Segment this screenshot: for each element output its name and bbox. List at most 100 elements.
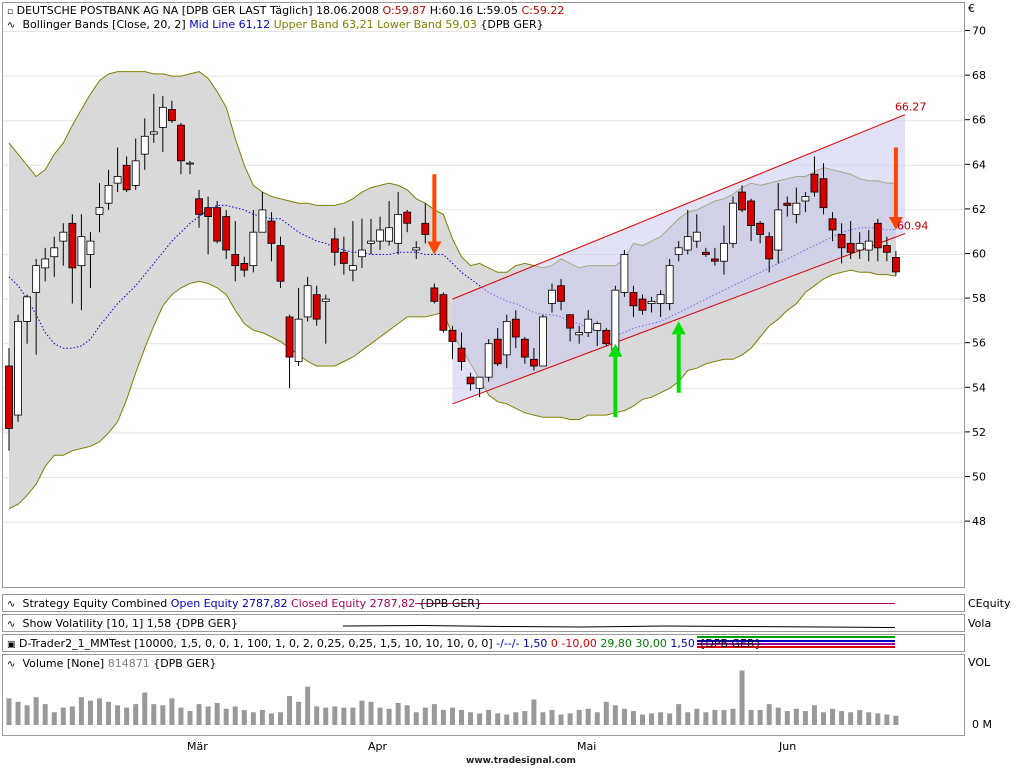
- strategy-symbol: {DPB GER}: [698, 637, 762, 650]
- channel-bottom-label: 60.94: [897, 220, 929, 233]
- volume-bar-26: [241, 709, 247, 725]
- candle-body-47: [430, 287, 439, 302]
- candle-body-38: [348, 265, 357, 271]
- strategy-pane[interactable]: ▣ D-Trader2_1_MMTest [10000, 1,5, 0, 0, …: [2, 634, 965, 652]
- y-tick-label-52: 52: [972, 426, 986, 439]
- volume-bar-64: [585, 708, 591, 725]
- volatility-pane[interactable]: ∿ Show Volatility [10, 1] 1,58 {DPB GER}: [2, 614, 965, 632]
- ohlc-close: C:59.22: [521, 4, 565, 17]
- bollinger-label: Bollinger Bands [Close, 20, 2]: [22, 18, 186, 31]
- candle-body-92: [837, 234, 846, 249]
- y-tick-label-50: 50: [972, 471, 986, 484]
- volume-bar-58: [531, 699, 537, 725]
- candle-body-33: [303, 285, 312, 318]
- candle-body-9: [86, 240, 95, 255]
- ohlc-high: H:60.16: [429, 4, 474, 17]
- volume-bar-73: [667, 713, 673, 725]
- volume-bar-52: [477, 713, 483, 725]
- strategy-value-1: -/--/- 1,50: [496, 637, 548, 650]
- volume-bar-78: [712, 709, 718, 725]
- candle-body-60: [548, 289, 556, 304]
- volume-bar-16: [151, 704, 157, 725]
- candle-body-80: [729, 202, 737, 244]
- equity-pane[interactable]: ∿ Strategy Equity Combined Open Equity 2…: [2, 594, 965, 612]
- candle-body-77: [701, 251, 710, 255]
- y-tick-label-56: 56: [972, 337, 986, 350]
- candle-body-68: [620, 254, 629, 293]
- volume-bar-2: [24, 705, 30, 725]
- volume-bar-71: [649, 713, 655, 725]
- volume-bar-83: [757, 709, 763, 725]
- candle-body-96: [873, 222, 882, 249]
- candle-body-16: [149, 131, 158, 135]
- volume-bar-8: [78, 697, 84, 725]
- volume-bar-91: [830, 708, 836, 725]
- candle-body-5: [50, 247, 59, 258]
- volume-bar-97: [884, 714, 890, 725]
- volume-bar-14: [133, 704, 139, 725]
- candle-body-94: [855, 242, 864, 251]
- candle-body-58: [530, 358, 538, 367]
- candle-body-36: [330, 238, 339, 253]
- candle-body-61: [557, 285, 565, 302]
- candle-body-98: [892, 256, 900, 273]
- candle-body-65: [593, 323, 602, 331]
- strategy-prefix: D-Trader2_1_MMTest [10000, 1,5, 0, 0, 1,…: [19, 637, 493, 650]
- y-tick-label-66: 66: [972, 114, 986, 127]
- upper-band-value: Upper Band 63,21: [273, 18, 374, 31]
- candle-body-42: [385, 227, 394, 242]
- volume-bar-22: [205, 706, 211, 725]
- volume-bar-62: [567, 713, 573, 725]
- volume-bar-57: [522, 711, 528, 725]
- strategy-label: ▣ D-Trader2_1_MMTest [10000, 1,5, 0, 0, …: [7, 637, 762, 652]
- volume-bar-95: [866, 712, 872, 725]
- volume-bar-18: [169, 698, 175, 725]
- volume-bar-46: [422, 707, 428, 725]
- strategy-value-3: 29,80 30,00: [600, 637, 667, 650]
- volume-bar-36: [332, 706, 338, 725]
- ohlc-low: L:59.05: [476, 4, 518, 17]
- candle-body-70: [638, 298, 647, 311]
- volume-bar-5: [51, 712, 57, 725]
- indicator-wave-icon: ∿: [7, 619, 16, 630]
- volume-bar-35: [323, 707, 329, 725]
- volume-pane[interactable]: ∿ Volume [None] 814871 {DPB GER}: [2, 654, 965, 736]
- volume-bar-76: [694, 708, 700, 725]
- watermark: www.tradesignal.com: [466, 756, 576, 766]
- volume-bar-77: [703, 712, 709, 725]
- volume-bar-59: [540, 712, 546, 725]
- volume-bar-82: [748, 709, 754, 725]
- candle-body-75: [683, 236, 692, 251]
- volume-bar-39: [359, 700, 365, 725]
- candle-body-53: [484, 343, 493, 378]
- candle-body-19: [177, 124, 185, 162]
- y-tick-label-48: 48: [972, 515, 986, 528]
- equity-symbol: {DPB GER}: [418, 597, 482, 610]
- symbol-line: DEUTSCHE POSTBANK AG NA [DPB GER LAST Tä…: [16, 4, 380, 17]
- indicator-wave-icon: ∿: [7, 20, 16, 31]
- volume-bar-45: [413, 712, 419, 725]
- candle-body-43: [394, 213, 403, 244]
- volume-bar-93: [848, 712, 854, 725]
- volume-bar-21: [196, 704, 202, 725]
- volume-bar-84: [766, 704, 772, 725]
- candle-body-25: [231, 254, 240, 267]
- candle-body-73: [665, 265, 674, 304]
- strategy-value-2: 0 -10,00: [550, 637, 597, 650]
- price-pane[interactable]: 66.27 60.94 ▫ DEUTSCHE POSTBANK AG NA [DP…: [2, 2, 965, 588]
- y-tick-label-58: 58: [972, 292, 986, 305]
- y-tick-label-54: 54: [972, 381, 986, 394]
- candle-body-54: [493, 338, 502, 365]
- candle-body-76: [692, 231, 701, 242]
- volume-bar-24: [223, 708, 229, 725]
- bollinger-header[interactable]: ∿ Bollinger Bands [Close, 20, 2] Mid Lin…: [7, 18, 544, 32]
- price-chart[interactable]: 66.27 60.94: [3, 3, 964, 587]
- volume-bar-94: [857, 709, 863, 725]
- volume-symbol: {DPB GER}: [153, 657, 217, 670]
- volume-bar-4: [42, 704, 48, 725]
- candle-body-41: [376, 229, 384, 242]
- strategy-value-4: 1,50: [670, 637, 695, 650]
- volume-bar-63: [576, 709, 582, 725]
- volume-bar-60: [549, 709, 555, 725]
- candle-body-71: [647, 300, 656, 304]
